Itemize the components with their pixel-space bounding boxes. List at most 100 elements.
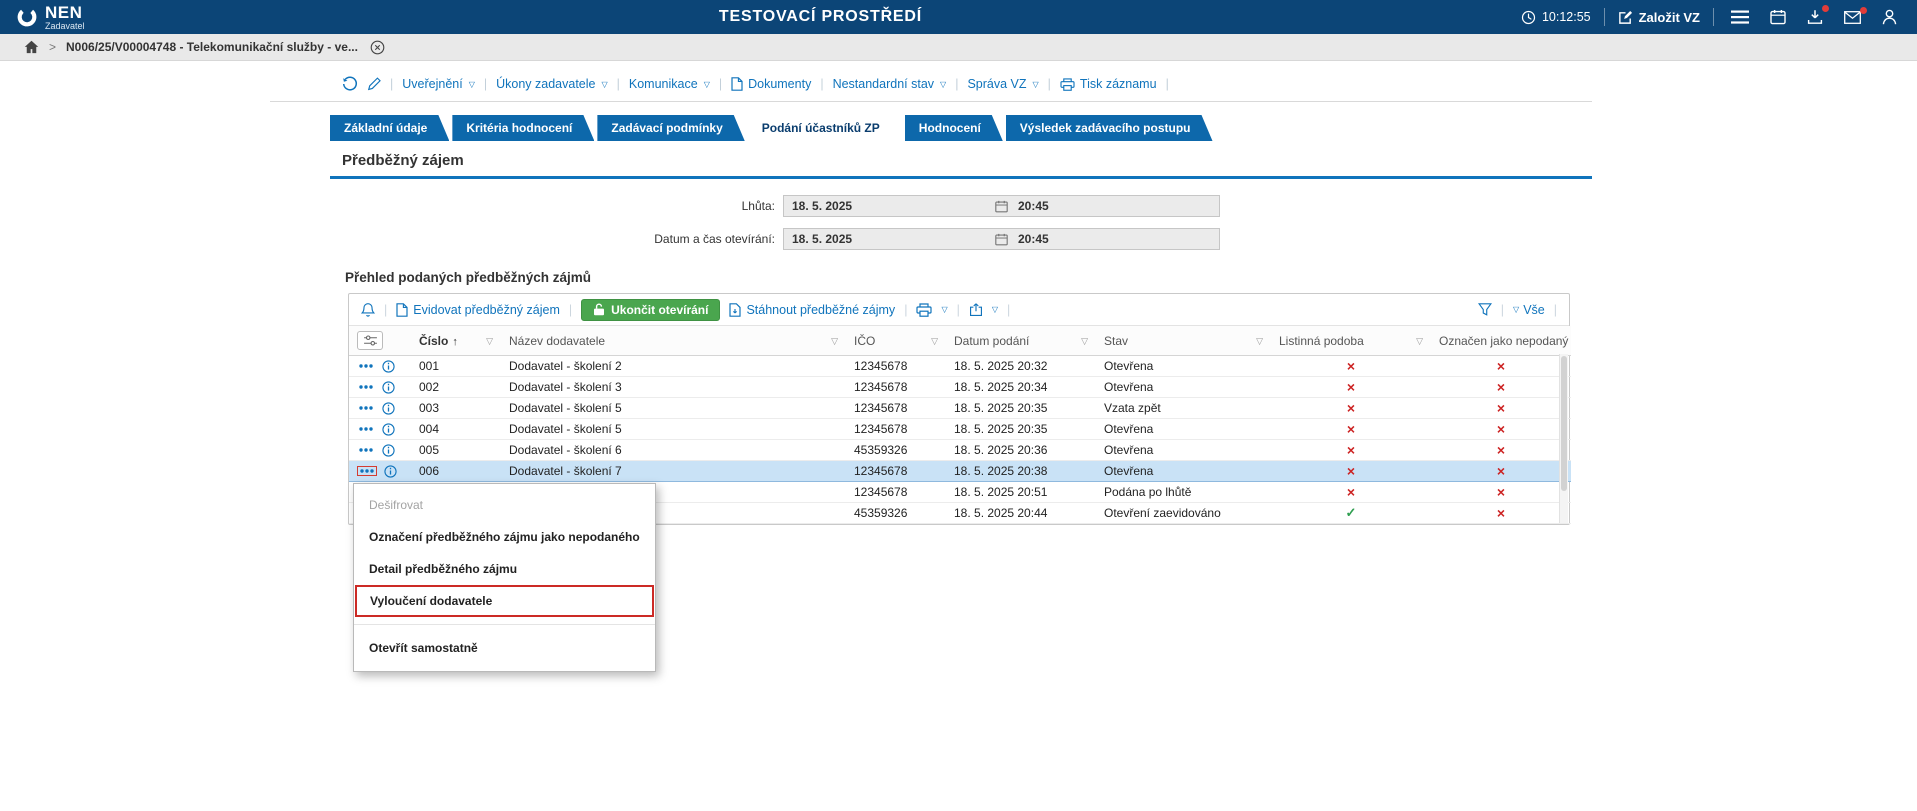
show-all-dropdown[interactable]: ▽ Vše [1513, 303, 1545, 317]
info-icon[interactable] [382, 380, 395, 394]
calendar-icon[interactable] [1766, 7, 1790, 27]
context-menu-item[interactable]: Označení předběžného zájmu jako nepodané… [354, 521, 655, 553]
calendar-icon[interactable] [993, 233, 1010, 246]
col-cislo[interactable]: Číslo ↑ ▽ [411, 326, 501, 356]
row-actions-icon[interactable] [357, 383, 375, 391]
action-bar-item[interactable]: Dokumenty [731, 77, 811, 91]
cell-nepodany: × [1431, 397, 1571, 419]
cell-datum: 18. 5. 2025 20:35 [946, 397, 1096, 419]
lhuta-date-value[interactable]: 18. 5. 2025 [784, 199, 993, 213]
home-icon[interactable] [24, 40, 39, 54]
cell-stav: Otevřena [1096, 355, 1271, 377]
table-row[interactable]: 002 Dodavatel - školení 3 12345678 18. 5. 2… [349, 376, 1571, 398]
lhuta-time-value[interactable]: 20:45 [1010, 199, 1219, 213]
cell-stav: Podána po lhůtě [1096, 481, 1271, 503]
row-actions-icon[interactable] [357, 404, 375, 412]
stahnout-zajmy-button[interactable]: Stáhnout předběžné zájmy [729, 303, 895, 317]
table-row[interactable]: 004 Dodavatel - školení 5 12345678 18. 5. 2… [349, 418, 1571, 440]
scrollbar-thumb[interactable] [1561, 356, 1567, 492]
col-nazev[interactable]: Název dodavatele ▽ [501, 326, 846, 356]
action-bar-item[interactable]: Komunikace ▽ [629, 77, 710, 91]
column-filter-icon[interactable]: ▽ [831, 336, 838, 347]
row-actions-icon[interactable] [357, 466, 377, 476]
row-actions-icon[interactable] [357, 446, 375, 454]
export-icon[interactable] [969, 302, 983, 317]
tab[interactable]: Zadávací podmínky [597, 115, 744, 141]
nen-logo[interactable]: NEN Zadavatel [16, 4, 85, 31]
info-icon[interactable] [382, 443, 395, 457]
page-title: Předběžný zájem [342, 152, 464, 169]
calendar-icon[interactable] [993, 200, 1010, 213]
chevron-down-icon[interactable]: ▽ [992, 305, 998, 314]
table-row[interactable]: 001 Dodavatel - školení 2 12345678 18. 5. 2… [349, 355, 1571, 377]
col-listinna[interactable]: Listinná podoba ▽ [1271, 326, 1431, 356]
menu-separator [354, 624, 655, 625]
action-bar-item[interactable]: Správa VZ ▽ [967, 77, 1038, 91]
lhuta-field[interactable]: 18. 5. 2025 20:45 [783, 195, 1220, 217]
close-tab-icon[interactable] [370, 40, 385, 55]
chevron-down-icon[interactable]: ▽ [941, 305, 947, 314]
edit-pencil-icon[interactable] [367, 77, 381, 91]
otevirani-date-value[interactable]: 18. 5. 2025 [784, 232, 993, 246]
separator [1603, 8, 1605, 26]
tab[interactable]: Kritéria hodnocení [452, 115, 594, 141]
column-filter-icon[interactable]: ▽ [1416, 336, 1423, 347]
time-value: 10:12:55 [1541, 10, 1591, 24]
tab[interactable]: Podání účastníků ZP [748, 115, 902, 141]
action-bar-item[interactable]: Uveřejnění ▽ [402, 77, 475, 91]
info-icon[interactable] [382, 359, 395, 373]
column-filter-icon[interactable]: ▽ [486, 336, 493, 347]
table-row[interactable]: 005 Dodavatel - školení 6 45359326 18. 5. 2… [349, 439, 1571, 461]
separator: | [955, 77, 959, 91]
cell-listinna: × [1271, 355, 1431, 377]
col-nepodany[interactable]: Označen jako nepodaný [1431, 326, 1571, 356]
column-filter-icon[interactable]: ▽ [931, 336, 938, 347]
downloads-icon[interactable] [1803, 5, 1829, 27]
create-vz-button[interactable]: Založit VZ [1618, 10, 1700, 25]
column-filter-icon[interactable]: ▽ [1081, 336, 1088, 347]
messages-icon[interactable] [1840, 6, 1867, 26]
sort-asc-icon[interactable]: ↑ [452, 336, 458, 348]
action-bar-item[interactable]: Nestandardní stav ▽ [833, 77, 947, 91]
table-row[interactable]: 003 Dodavatel - školení 5 12345678 18. 5. 2… [349, 397, 1571, 419]
bell-icon[interactable] [361, 302, 375, 318]
cross-icon: × [1496, 379, 1506, 395]
cross-icon: × [1496, 400, 1506, 416]
evidovat-zajem-button[interactable]: Evidovat předběžný zájem [396, 303, 560, 317]
tab[interactable]: Základní údaje [330, 115, 449, 141]
cell-datum: 18. 5. 2025 20:35 [946, 418, 1096, 440]
tab[interactable]: Výsledek zadávacího postupu [1006, 115, 1213, 141]
col-stav[interactable]: Stav ▽ [1096, 326, 1271, 356]
row-actions-icon[interactable] [357, 362, 375, 370]
action-bar-item[interactable]: Úkony zadavatele ▽ [496, 77, 608, 91]
info-icon[interactable] [382, 401, 395, 415]
table-row[interactable]: 006 Dodavatel - školení 7 12345678 18. 5. 2… [349, 460, 1571, 482]
profile-icon[interactable] [1878, 7, 1901, 27]
context-menu-item[interactable]: Detail předběžného zájmu [354, 553, 655, 585]
column-settings-icon[interactable] [357, 331, 383, 350]
action-bar-item[interactable]: Tisk záznamu [1060, 77, 1157, 91]
otevirani-field[interactable]: 18. 5. 2025 20:45 [783, 228, 1220, 250]
col-ico[interactable]: IČO ▽ [846, 326, 946, 356]
context-menu-item[interactable]: Vyloučení dodavatele [355, 585, 654, 617]
cell-nepodany: × [1431, 355, 1571, 377]
info-icon[interactable] [382, 422, 395, 436]
print-icon[interactable] [916, 302, 933, 317]
table-scrollbar[interactable] [1559, 354, 1568, 523]
column-filter-icon[interactable]: ▽ [1256, 336, 1263, 347]
otevirani-time-value[interactable]: 20:45 [1010, 232, 1219, 246]
cell-stav: Otevřena [1096, 418, 1271, 440]
separator: | [1007, 302, 1011, 317]
row-actions-icon[interactable] [357, 425, 375, 433]
info-icon[interactable] [384, 464, 397, 478]
tab[interactable]: Hodnocení [905, 115, 1003, 141]
ukoncit-otevirani-button[interactable]: Ukončit otevírání [581, 298, 721, 321]
chevron-down-icon: ▽ [1513, 305, 1520, 314]
cell-nepodany: × [1431, 376, 1571, 398]
filter-icon[interactable] [1477, 303, 1492, 316]
context-menu-item[interactable]: Otevřít samostatně [354, 632, 655, 664]
history-icon[interactable] [342, 76, 358, 92]
menu-icon[interactable] [1727, 8, 1753, 26]
col-datum[interactable]: Datum podání ▽ [946, 326, 1096, 356]
breadcrumb-item[interactable]: N006/25/V00004748 - Telekomunikační služ… [66, 40, 358, 54]
